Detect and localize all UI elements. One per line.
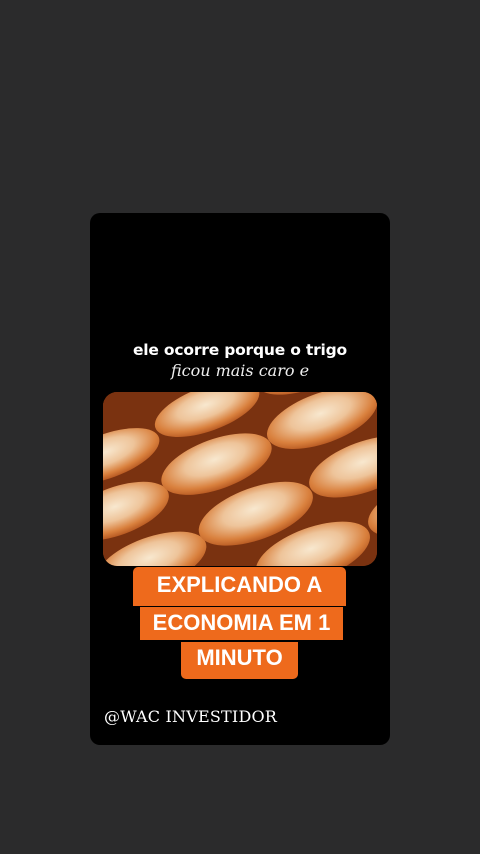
title-line-1: EXPLICANDO A [133,567,346,606]
bread-photo [103,392,377,566]
caption-line-1: ele ocorre porque o trigo [133,341,347,359]
account-handle[interactable]: @WAC INVESTIDOR [104,707,277,726]
story-card[interactable]: ele ocorre porque o trigo ficou mais car… [90,213,390,745]
title-line-3: MINUTO [181,642,298,679]
bread-rolls-image [103,392,377,566]
title-line-2: ECONOMIA EM 1 [140,607,343,640]
caption-line-2: ficou mais caro e [170,361,310,380]
